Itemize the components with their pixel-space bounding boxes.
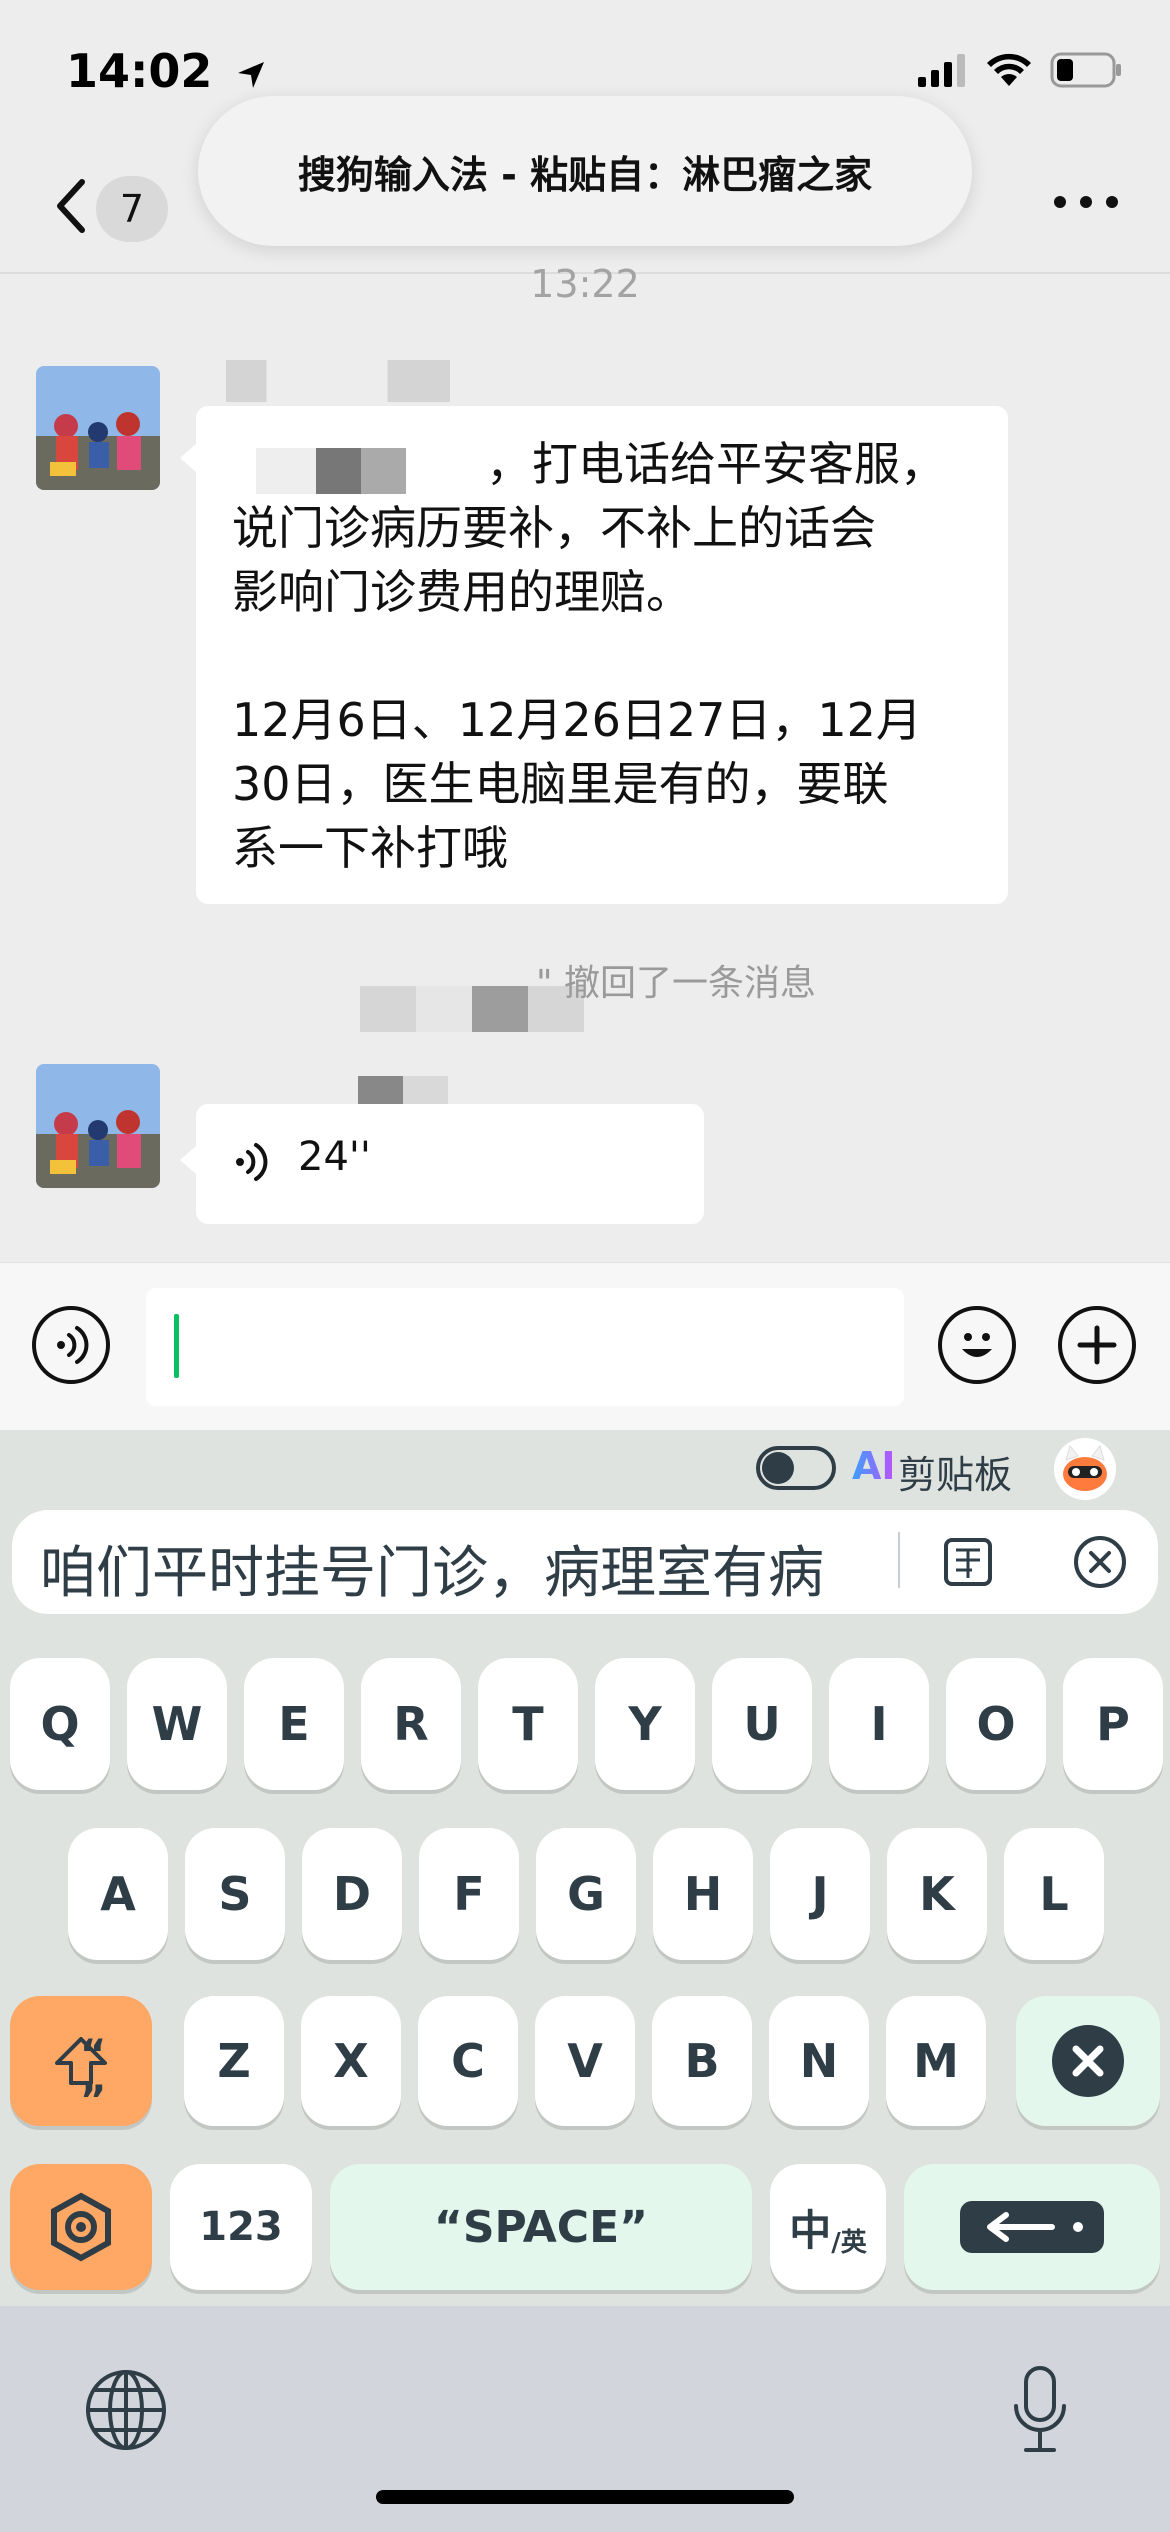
- more-options-icon[interactable]: [1054, 196, 1118, 216]
- add-plus-icon[interactable]: [1058, 1306, 1136, 1384]
- bubble-tail: [180, 444, 196, 472]
- text-cursor: [174, 1314, 179, 1378]
- key-m[interactable]: M: [886, 1996, 986, 2126]
- smiley-glyph: [962, 1333, 992, 1357]
- language-sub-label: /英: [831, 2227, 867, 2258]
- clipboard-candidate-text[interactable]: 咱们平时挂号门诊，病理室有病: [40, 1528, 894, 1609]
- key-j[interactable]: J: [770, 1828, 870, 1960]
- key-g[interactable]: G: [536, 1828, 636, 1960]
- space-key[interactable]: “SPACE”: [330, 2164, 752, 2290]
- key-t[interactable]: T: [478, 1658, 578, 1790]
- sender-name-blurred: [226, 360, 450, 402]
- key-l[interactable]: L: [1004, 1828, 1104, 1960]
- sogou-menu-key[interactable]: [10, 2164, 152, 2290]
- battery-icon: [1050, 52, 1121, 88]
- voice-input-icon[interactable]: [32, 1306, 110, 1384]
- voice-input-glyph: [57, 1326, 89, 1364]
- status-time: 14:02: [66, 44, 268, 98]
- microphone-icon[interactable]: [1010, 2364, 1070, 2456]
- key-z[interactable]: Z: [184, 1996, 284, 2126]
- chat-timestamp: 13:22: [530, 262, 640, 306]
- key-a[interactable]: A: [68, 1828, 168, 1960]
- key-v[interactable]: V: [535, 1996, 635, 2126]
- numbers-key[interactable]: 123: [170, 2164, 312, 2290]
- globe-icon[interactable]: [84, 2368, 168, 2452]
- return-key[interactable]: [904, 2164, 1160, 2290]
- key-y[interactable]: Y: [595, 1658, 695, 1790]
- key-f[interactable]: F: [419, 1828, 519, 1960]
- key-c[interactable]: C: [418, 1996, 518, 2126]
- voice-wave-icon: [236, 1143, 268, 1181]
- pin-clipboard-icon[interactable]: [940, 1534, 996, 1590]
- key-o[interactable]: O: [946, 1658, 1046, 1790]
- key-e[interactable]: E: [244, 1658, 344, 1790]
- key-s[interactable]: S: [185, 1828, 285, 1960]
- toggle-knob: [762, 1452, 794, 1484]
- clear-clipboard-icon[interactable]: [1072, 1534, 1128, 1590]
- key-h[interactable]: H: [653, 1828, 753, 1960]
- status-icons: [918, 52, 1122, 88]
- message-bubble[interactable]: ，打电话给平安客服， 说门诊病历要补，不补上的话会 影响门诊费用的理赔。 12月…: [196, 406, 1008, 904]
- wifi-icon: [987, 53, 1031, 86]
- mascot-face: [1063, 1444, 1107, 1491]
- shift-key[interactable]: “ ”: [10, 1996, 152, 2126]
- sender-avatar[interactable]: [36, 366, 160, 490]
- shift-key-quote: “ ”: [80, 2032, 177, 2124]
- key-b[interactable]: B: [652, 1996, 752, 2126]
- key-x[interactable]: X: [301, 1996, 401, 2126]
- key-r[interactable]: R: [361, 1658, 461, 1790]
- avatar-photo: [36, 1064, 160, 1188]
- message-text: ，打电话给平安客服， 说门诊病历要补，不补上的话会 影响门诊费用的理赔。 12月…: [232, 437, 946, 875]
- voice-message-bubble[interactable]: 24'': [196, 1104, 704, 1224]
- ai-label: AI: [852, 1444, 896, 1488]
- clipboard-label[interactable]: 剪贴板: [898, 1444, 1012, 1499]
- language-main-label: 中: [789, 2205, 832, 2255]
- key-i[interactable]: I: [829, 1658, 929, 1790]
- status-time-text: 14:02: [66, 44, 213, 98]
- key-u[interactable]: U: [712, 1658, 812, 1790]
- sender-avatar[interactable]: [36, 1064, 160, 1188]
- sogou-mascot-icon[interactable]: [1054, 1438, 1116, 1500]
- avatar-photo: [36, 366, 160, 490]
- sogou-logo-icon: [51, 2192, 111, 2262]
- key-w[interactable]: W: [127, 1658, 227, 1790]
- paste-source-toast: 搜狗输入法 - 粘贴自：淋巴瘤之家: [198, 96, 972, 246]
- bubble-tail: [180, 1146, 196, 1174]
- key-d[interactable]: D: [302, 1828, 402, 1960]
- plus-glyph: [1077, 1325, 1117, 1365]
- candidate-separator: [898, 1532, 900, 1588]
- key-p[interactable]: P: [1063, 1658, 1163, 1790]
- message-input[interactable]: [146, 1288, 904, 1406]
- location-arrow-icon: [238, 61, 265, 88]
- back-chevron-icon[interactable]: [44, 170, 104, 242]
- home-indicator[interactable]: [376, 2490, 794, 2504]
- emoji-icon[interactable]: [938, 1306, 1016, 1384]
- unread-count-badge[interactable]: 7: [96, 176, 168, 242]
- voice-duration: 24'': [298, 1134, 371, 1180]
- recall-notice: " 撤回了一条消息: [536, 963, 817, 1004]
- delete-key[interactable]: [1016, 1996, 1160, 2126]
- language-switch-key[interactable]: 中/英: [770, 2164, 886, 2290]
- key-q[interactable]: Q: [10, 1658, 110, 1790]
- return-arrow-icon: [960, 2201, 1104, 2253]
- key-k[interactable]: K: [887, 1828, 987, 1960]
- cellular-signal-icon: [918, 54, 965, 87]
- key-n[interactable]: N: [769, 1996, 869, 2126]
- delete-x-icon: [1052, 2025, 1124, 2097]
